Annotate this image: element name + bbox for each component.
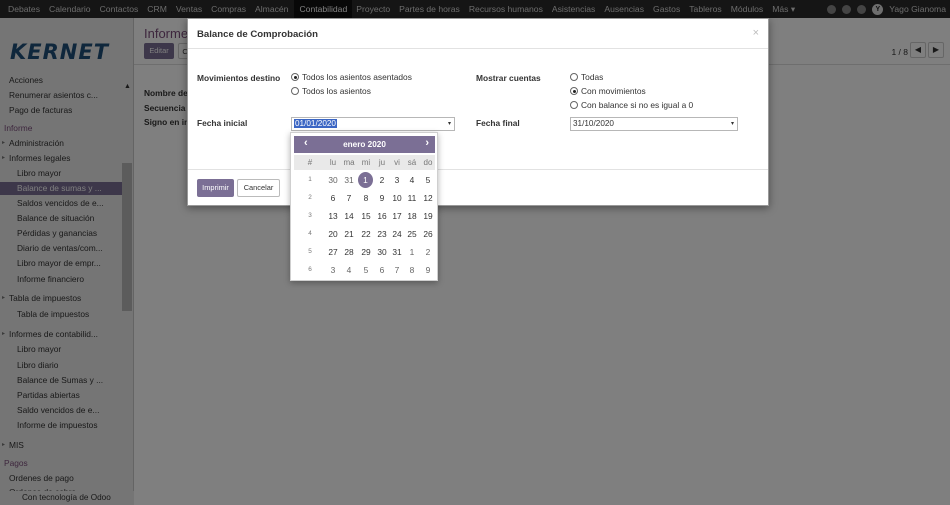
calendar-day[interactable]: 18 bbox=[404, 208, 420, 224]
end-date-input[interactable]: 31/10/2020 ▾ bbox=[570, 117, 738, 131]
radio-posted-moves[interactable]: Todos los asientos asentados bbox=[291, 72, 412, 82]
calendar-day[interactable]: 4 bbox=[404, 172, 420, 188]
calendar-day[interactable]: 19 bbox=[420, 208, 436, 224]
weekday-header: mi bbox=[361, 158, 371, 167]
calendar-day[interactable]: 9 bbox=[374, 190, 390, 206]
report-wizard-dialog: Balance de Comprobación × Movimientos de… bbox=[187, 18, 769, 206]
calendar-day[interactable]: 3 bbox=[325, 262, 341, 278]
radio-nonzero-balance[interactable]: Con balance si no es igual a 0 bbox=[570, 100, 693, 110]
radio-with-movements[interactable]: Con movimientos bbox=[570, 86, 646, 96]
radio-dot-icon[interactable] bbox=[291, 73, 299, 81]
radio-dot-icon[interactable] bbox=[570, 87, 578, 95]
dialog-title: Balance de Comprobación bbox=[197, 29, 319, 40]
calendar-day[interactable]: 31 bbox=[341, 172, 357, 188]
calendar-day[interactable]: 8 bbox=[404, 262, 420, 278]
radio-all-moves[interactable]: Todos los asientos bbox=[291, 86, 371, 96]
calendar-day[interactable]: 2 bbox=[420, 244, 436, 260]
calendar-day[interactable]: 30 bbox=[325, 172, 341, 188]
calendar-day[interactable]: 9 bbox=[420, 262, 436, 278]
calendar-day[interactable]: 17 bbox=[389, 208, 405, 224]
end-date-label: Fecha final bbox=[476, 118, 520, 128]
calendar-day[interactable]: 28 bbox=[341, 244, 357, 260]
calendar-day[interactable]: 1 bbox=[404, 244, 420, 260]
calendar-day[interactable]: 15 bbox=[358, 208, 374, 224]
radio-label: Con balance si no es igual a 0 bbox=[581, 100, 694, 110]
datepicker-header: ‹ enero 2020 › bbox=[294, 136, 435, 153]
week-number: 3 bbox=[308, 212, 312, 219]
datepicker-month[interactable]: enero 2020 bbox=[294, 140, 435, 149]
radio-label: Todos los asientos asentados bbox=[302, 72, 412, 82]
calendar-day[interactable]: 22 bbox=[358, 226, 374, 242]
start-date-label: Fecha inicial bbox=[197, 118, 248, 128]
week-number: 5 bbox=[308, 248, 312, 255]
radio-label: Todos los asientos bbox=[302, 86, 371, 96]
dialog-header: Balance de Comprobación × bbox=[188, 19, 768, 49]
calendar-day[interactable]: 14 bbox=[341, 208, 357, 224]
dialog-footer-divider bbox=[188, 169, 768, 170]
print-button[interactable]: Imprimir bbox=[197, 179, 234, 197]
weekday-header: sá bbox=[407, 158, 417, 167]
cancel-button[interactable]: Cancelar bbox=[237, 179, 280, 197]
calendar-day[interactable]: 8 bbox=[358, 190, 374, 206]
radio-dot-icon[interactable] bbox=[570, 101, 578, 109]
dropdown-caret-icon[interactable]: ▾ bbox=[731, 118, 734, 130]
radio-all-accounts[interactable]: Todas bbox=[570, 72, 603, 82]
calendar-day[interactable]: 6 bbox=[374, 262, 390, 278]
calendar-day[interactable]: 5 bbox=[358, 262, 374, 278]
radio-label: Todas bbox=[581, 72, 604, 82]
calendar-day[interactable]: 29 bbox=[358, 244, 374, 260]
calendar-day[interactable]: 12 bbox=[420, 190, 436, 206]
calendar-day[interactable]: 10 bbox=[389, 190, 405, 206]
calendar-day[interactable]: 23 bbox=[374, 226, 390, 242]
end-date-value: 31/10/2020 bbox=[573, 119, 614, 128]
calendar-day[interactable]: 7 bbox=[389, 262, 405, 278]
radio-label: Con movimientos bbox=[581, 86, 646, 96]
calendar-day[interactable]: 7 bbox=[341, 190, 357, 206]
start-date-input[interactable]: 01/01/2020 ▾ bbox=[291, 117, 455, 131]
calendar-day[interactable]: 4 bbox=[341, 262, 357, 278]
calendar-day[interactable]: 11 bbox=[404, 190, 420, 206]
calendar-day[interactable]: 20 bbox=[325, 226, 341, 242]
radio-dot-icon[interactable] bbox=[291, 87, 299, 95]
week-number: 6 bbox=[308, 266, 312, 273]
calendar-day[interactable]: 26 bbox=[420, 226, 436, 242]
calendar-day[interactable]: 13 bbox=[325, 208, 341, 224]
calendar-day[interactable]: 30 bbox=[374, 244, 390, 260]
display-accounts-label: Mostrar cuentas bbox=[476, 73, 541, 83]
calendar-day[interactable]: 3 bbox=[389, 172, 405, 188]
calendar-day[interactable]: 2 bbox=[374, 172, 390, 188]
calendar-day[interactable]: 21 bbox=[341, 226, 357, 242]
calendar-day[interactable]: 16 bbox=[374, 208, 390, 224]
calendar-day[interactable]: 25 bbox=[404, 226, 420, 242]
calendar-day[interactable]: 6 bbox=[325, 190, 341, 206]
datepicker-popup: ‹ enero 2020 › # lu ma mi ju vi sá do 1 30 31 1 2 3 4 5… bbox=[290, 132, 438, 281]
dropdown-caret-icon[interactable]: ▾ bbox=[448, 118, 451, 130]
weekday-header: ju bbox=[378, 158, 386, 167]
week-number: 1 bbox=[308, 176, 312, 183]
weekday-header: lu bbox=[329, 158, 337, 167]
target-moves-label: Movimientos destino bbox=[197, 73, 281, 83]
weekday-header: do bbox=[423, 158, 433, 167]
close-icon[interactable]: × bbox=[753, 27, 759, 39]
calendar-day[interactable]: 24 bbox=[389, 226, 405, 242]
week-number: 2 bbox=[308, 194, 312, 201]
week-number: 4 bbox=[308, 230, 312, 237]
weekday-header: ma bbox=[343, 158, 355, 167]
calendar-day[interactable]: 27 bbox=[325, 244, 341, 260]
weekday-header: vi bbox=[394, 158, 400, 167]
weekday-header: # bbox=[307, 158, 313, 167]
radio-dot-icon[interactable] bbox=[570, 73, 578, 81]
next-month-icon[interactable]: › bbox=[425, 137, 429, 149]
selected-day[interactable]: 1 bbox=[358, 172, 373, 188]
calendar-day[interactable]: 31 bbox=[389, 244, 405, 260]
start-date-value: 01/01/2020 bbox=[294, 119, 337, 128]
calendar-day[interactable]: 5 bbox=[420, 172, 436, 188]
